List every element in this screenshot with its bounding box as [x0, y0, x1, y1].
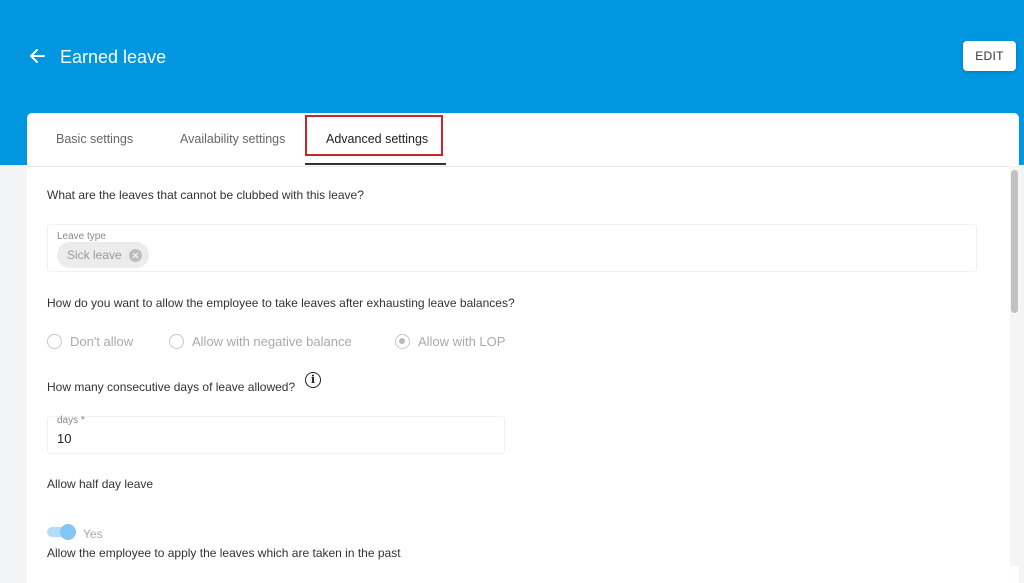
scrollbar-thumb[interactable]	[1011, 170, 1018, 313]
tab-highlight-box	[305, 115, 443, 156]
active-tab-indicator	[305, 163, 446, 165]
edit-button[interactable]: EDIT	[963, 41, 1016, 71]
days-field[interactable]: days * 10	[47, 415, 505, 454]
consecutive-question: How many consecutive days of leave allow…	[47, 380, 296, 394]
settings-card: Basic settings Availability settings Adv…	[27, 113, 1019, 583]
half-day-toggle[interactable]	[47, 524, 77, 540]
tab-availability-settings[interactable]: Availability settings	[180, 132, 285, 146]
clubbing-question: What are the leaves that cannot be clubb…	[47, 188, 364, 202]
toggle-label: Yes	[83, 527, 103, 541]
exhausting-question: How do you want to allow the employee to…	[47, 296, 515, 310]
half-day-question: Allow half day leave	[47, 477, 154, 491]
leave-type-field[interactable]: Leave type Sick leave	[47, 224, 977, 272]
leave-type-label: Leave type	[57, 231, 106, 242]
sick-leave-chip: Sick leave	[57, 242, 149, 268]
radio-dont-allow[interactable]: Don't allow	[47, 334, 133, 349]
advanced-settings-content: What are the leaves that cannot be clubb…	[47, 166, 997, 583]
radio-label: Don't allow	[70, 334, 134, 349]
tab-bar: Basic settings Availability settings Adv…	[27, 113, 1019, 167]
info-icon[interactable]: i	[305, 372, 321, 388]
toggle-knob[interactable]	[60, 524, 76, 540]
chip-remove-icon[interactable]	[128, 248, 142, 262]
days-label: days *	[57, 415, 85, 426]
tab-basic-settings[interactable]: Basic settings	[56, 132, 133, 146]
radio-label: Allow with LOP	[418, 334, 506, 349]
days-value[interactable]: 10	[57, 431, 71, 446]
radio-circle[interactable]	[47, 334, 62, 349]
radio-label: Allow with negative balance	[192, 334, 352, 349]
radio-allow-lop[interactable]: Allow with LOP	[395, 334, 505, 349]
past-leaves-question: Allow the employee to apply the leaves w…	[47, 546, 401, 560]
radio-circle[interactable]	[169, 334, 184, 349]
back-arrow-icon[interactable]	[27, 46, 47, 66]
chip-label: Sick leave	[67, 248, 122, 262]
radio-circle-checked[interactable]	[395, 334, 410, 349]
radio-negative-balance[interactable]: Allow with negative balance	[169, 334, 352, 349]
page-title: Earned leave	[60, 47, 167, 67]
